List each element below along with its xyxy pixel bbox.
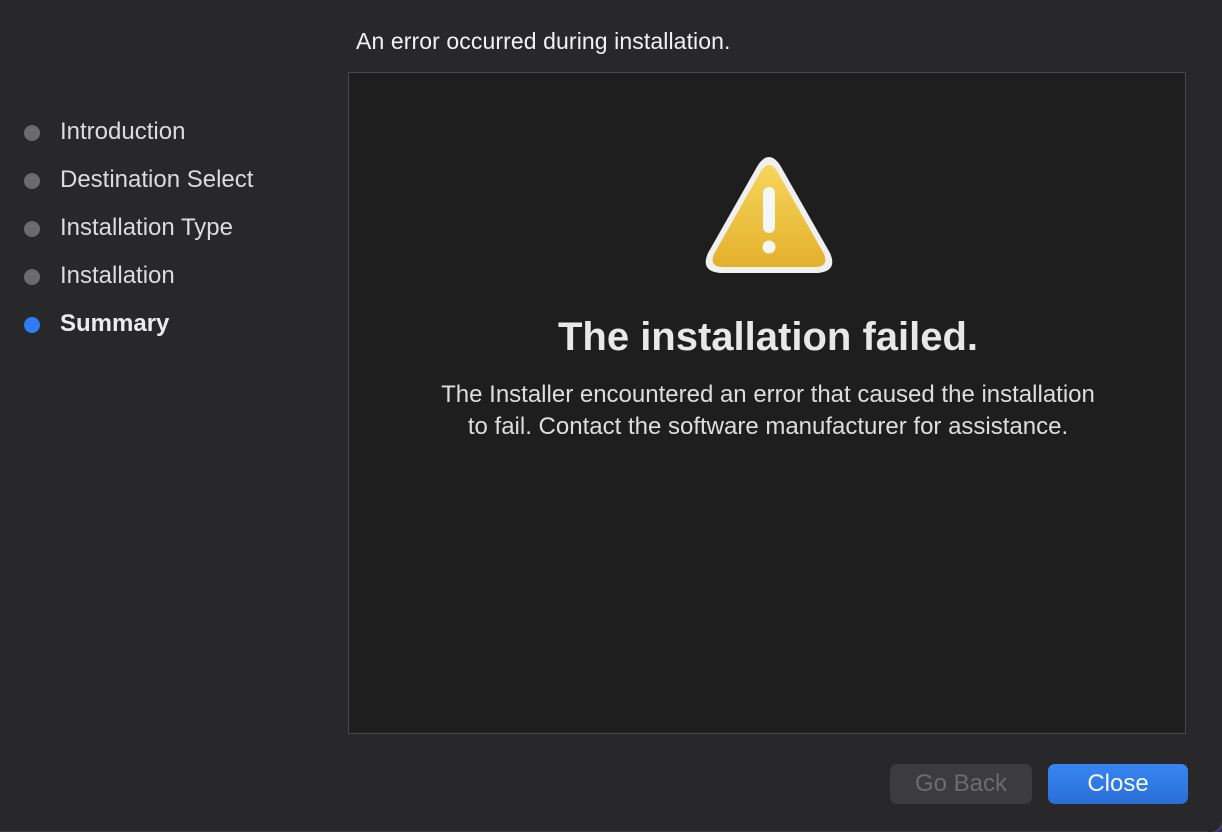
step-dot-icon [24,221,40,237]
step-introduction: Introduction [0,108,340,156]
warning-triangle-icon [705,157,833,273]
step-summary: Summary [0,300,340,348]
step-label: Installation [60,262,175,289]
step-installation-type: Installation Type [0,204,340,252]
step-destination-select: Destination Select [0,156,340,204]
failure-message: The Installer encountered an error that … [441,381,1095,440]
step-installation: Installation [0,252,340,300]
step-label: Summary [60,310,170,337]
step-dot-icon [24,269,40,285]
page-heading: An error occurred during installation. [356,28,731,54]
installer-window: An error occurred during installation. I… [0,0,1222,832]
close-button[interactable]: Close [1048,764,1188,804]
failure-title: The installation failed. [557,315,979,359]
step-dot-icon [24,125,40,141]
content-panel: The installation failed. The Installer e… [348,72,1186,734]
go-back-button[interactable]: Go Back [890,764,1032,804]
step-label: Destination Select [60,166,254,193]
step-label: Introduction [60,118,186,145]
current-step-dot-icon [24,317,40,333]
step-label: Installation Type [60,214,234,241]
step-dot-icon [24,173,40,189]
